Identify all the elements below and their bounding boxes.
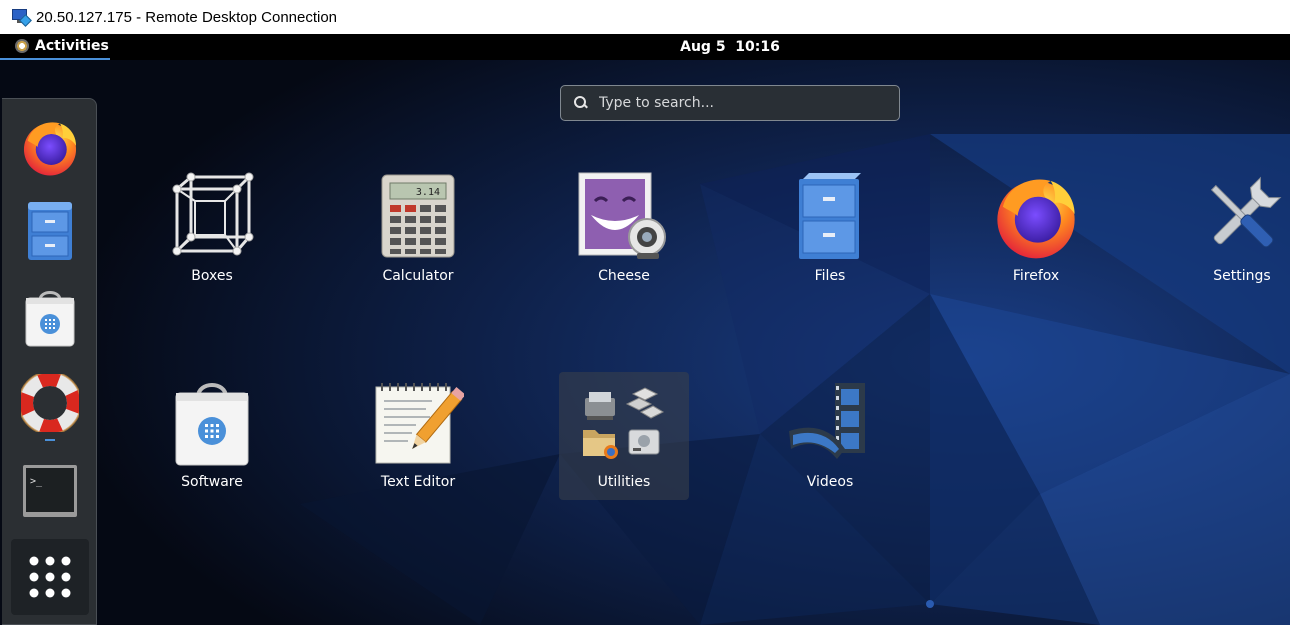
files-icon	[799, 173, 861, 259]
app-label: Firefox	[1012, 268, 1060, 284]
settings-icon	[1210, 176, 1282, 248]
app-settings[interactable]: Settings	[1177, 170, 1290, 300]
utilities-folder-icon	[583, 387, 665, 459]
wallpaper	[0, 34, 1290, 625]
files-icon	[28, 202, 72, 260]
app-boxes[interactable]: Boxes	[147, 170, 277, 300]
text-editor-icon	[375, 383, 464, 464]
app-label: Utilities	[597, 474, 651, 490]
gnome-top-bar: Activities Aug 5 10:16	[0, 34, 1290, 60]
app-label: Calculator	[382, 268, 454, 284]
clock-label: Aug 5 10:16	[680, 39, 780, 55]
window-title: 20.50.127.175 - Remote Desktop Connectio…	[36, 8, 338, 26]
calculator-display: 3.14	[416, 187, 440, 198]
svg-text:>_: >_	[30, 476, 43, 487]
show-applications-button[interactable]	[11, 539, 89, 615]
app-grid-icon	[29, 556, 71, 598]
software-icon	[25, 291, 75, 347]
dash-item-terminal[interactable]: >_	[16, 457, 84, 525]
dash: >_	[2, 98, 97, 625]
app-utilities-folder[interactable]: Utilities	[559, 372, 689, 500]
dash-item-firefox[interactable]	[16, 113, 84, 181]
dash-item-software[interactable]	[16, 283, 84, 351]
app-label: Text Editor	[380, 474, 456, 490]
videos-icon	[789, 383, 865, 459]
firefox-icon	[997, 179, 1075, 259]
app-label: Settings	[1213, 268, 1271, 284]
rdp-window-titlebar: 20.50.127.175 - Remote Desktop Connectio…	[0, 0, 1290, 34]
dash-item-help[interactable]	[16, 369, 84, 437]
terminal-icon: >_	[23, 465, 77, 517]
app-text-editor[interactable]: Text Editor	[353, 376, 483, 506]
app-software[interactable]: Software	[147, 376, 277, 506]
clock[interactable]: Aug 5 10:16	[0, 34, 1290, 60]
calculator-icon: 3.14	[381, 174, 455, 258]
app-calculator[interactable]: 3.14 Calculator	[353, 170, 483, 300]
firefox-icon	[23, 122, 77, 176]
app-files[interactable]: Files	[765, 170, 895, 300]
help-lifebuoy-icon	[21, 374, 79, 432]
boxes-icon	[172, 172, 254, 256]
app-label: Files	[814, 268, 846, 284]
search-icon	[573, 95, 589, 111]
remote-desktop-icon	[12, 8, 32, 27]
app-label: Boxes	[191, 268, 233, 284]
app-label: Cheese	[598, 268, 650, 284]
cheese-icon	[578, 172, 666, 259]
app-cheese[interactable]: Cheese	[559, 170, 689, 300]
search-box[interactable]	[560, 85, 900, 121]
dash-item-files[interactable]	[16, 197, 84, 265]
app-firefox[interactable]: Firefox	[971, 170, 1101, 300]
search-input[interactable]	[599, 95, 879, 111]
software-icon	[175, 383, 249, 466]
app-videos[interactable]: Videos	[765, 376, 895, 506]
app-label: Software	[181, 474, 243, 490]
running-indicator	[45, 439, 55, 441]
gnome-desktop: Activities Aug 5 10:16 Type to search...…	[0, 34, 1290, 625]
app-label: Videos	[806, 474, 854, 490]
